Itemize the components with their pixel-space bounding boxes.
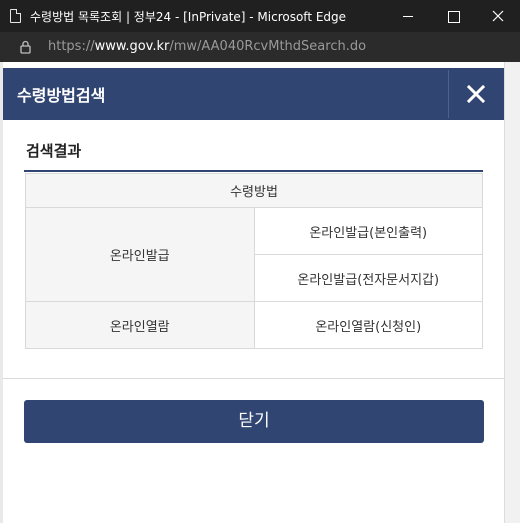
scrollbar-track[interactable] xyxy=(504,62,520,523)
url-path: /mw/AA040RcvMthdSearch.do xyxy=(169,39,367,54)
address-bar[interactable]: https://www.gov.kr/mw/AA040RcvMthdSearch… xyxy=(0,32,520,62)
url-scheme: https:// xyxy=(48,39,95,54)
result-table: 수령방법 온라인발급 온라인발급(본인출력) 온라인발급(전자문서지갑) 온라인… xyxy=(25,173,483,349)
window-close-button[interactable] xyxy=(474,0,520,32)
method-cell: 온라인발급(전자문서지갑) xyxy=(253,254,483,302)
footer-divider xyxy=(3,378,504,379)
method-cell: 온라인열람(신청인) xyxy=(253,301,483,349)
table-header-row: 수령방법 xyxy=(25,173,483,208)
window-close-icon xyxy=(492,10,504,22)
column-header: 수령방법 xyxy=(25,173,483,208)
popup-close-button[interactable] xyxy=(448,70,504,118)
row-group-label: 온라인열람 xyxy=(25,301,255,349)
table-row: 온라인열람 온라인열람(신청인) xyxy=(25,301,483,349)
url-host: www.gov.kr xyxy=(94,39,170,54)
popup-title: 수령방법검색 xyxy=(17,86,106,105)
window-title-bar: 수령방법 목록조회 | 정부24 - [InPrivate] - Microso… xyxy=(0,0,520,32)
row-group-label: 온라인발급 xyxy=(25,207,255,302)
section-divider xyxy=(24,170,483,172)
page-icon xyxy=(10,9,21,23)
page-content: 수령방법검색 검색결과 수령방법 온라인발급 온라인발급(본인출력) 온라인발급… xyxy=(0,62,520,523)
table-row: 온라인발급 온라인발급(본인출력) xyxy=(25,207,483,302)
close-button[interactable]: 닫기 xyxy=(24,400,484,443)
window-title: 수령방법 목록조회 | 정부24 - [InPrivate] - Microso… xyxy=(30,10,347,24)
url-text[interactable]: https://www.gov.kr/mw/AA040RcvMthdSearch… xyxy=(48,39,366,54)
lock-icon xyxy=(20,40,31,54)
section-title: 검색결과 xyxy=(26,142,82,160)
close-x-icon xyxy=(467,85,485,103)
popup-header: 수령방법검색 xyxy=(3,68,504,120)
maximize-button[interactable] xyxy=(430,0,476,32)
background-page-edge xyxy=(0,62,3,523)
minimize-button[interactable] xyxy=(384,0,430,32)
method-cell: 온라인발급(본인출력) xyxy=(253,207,483,255)
